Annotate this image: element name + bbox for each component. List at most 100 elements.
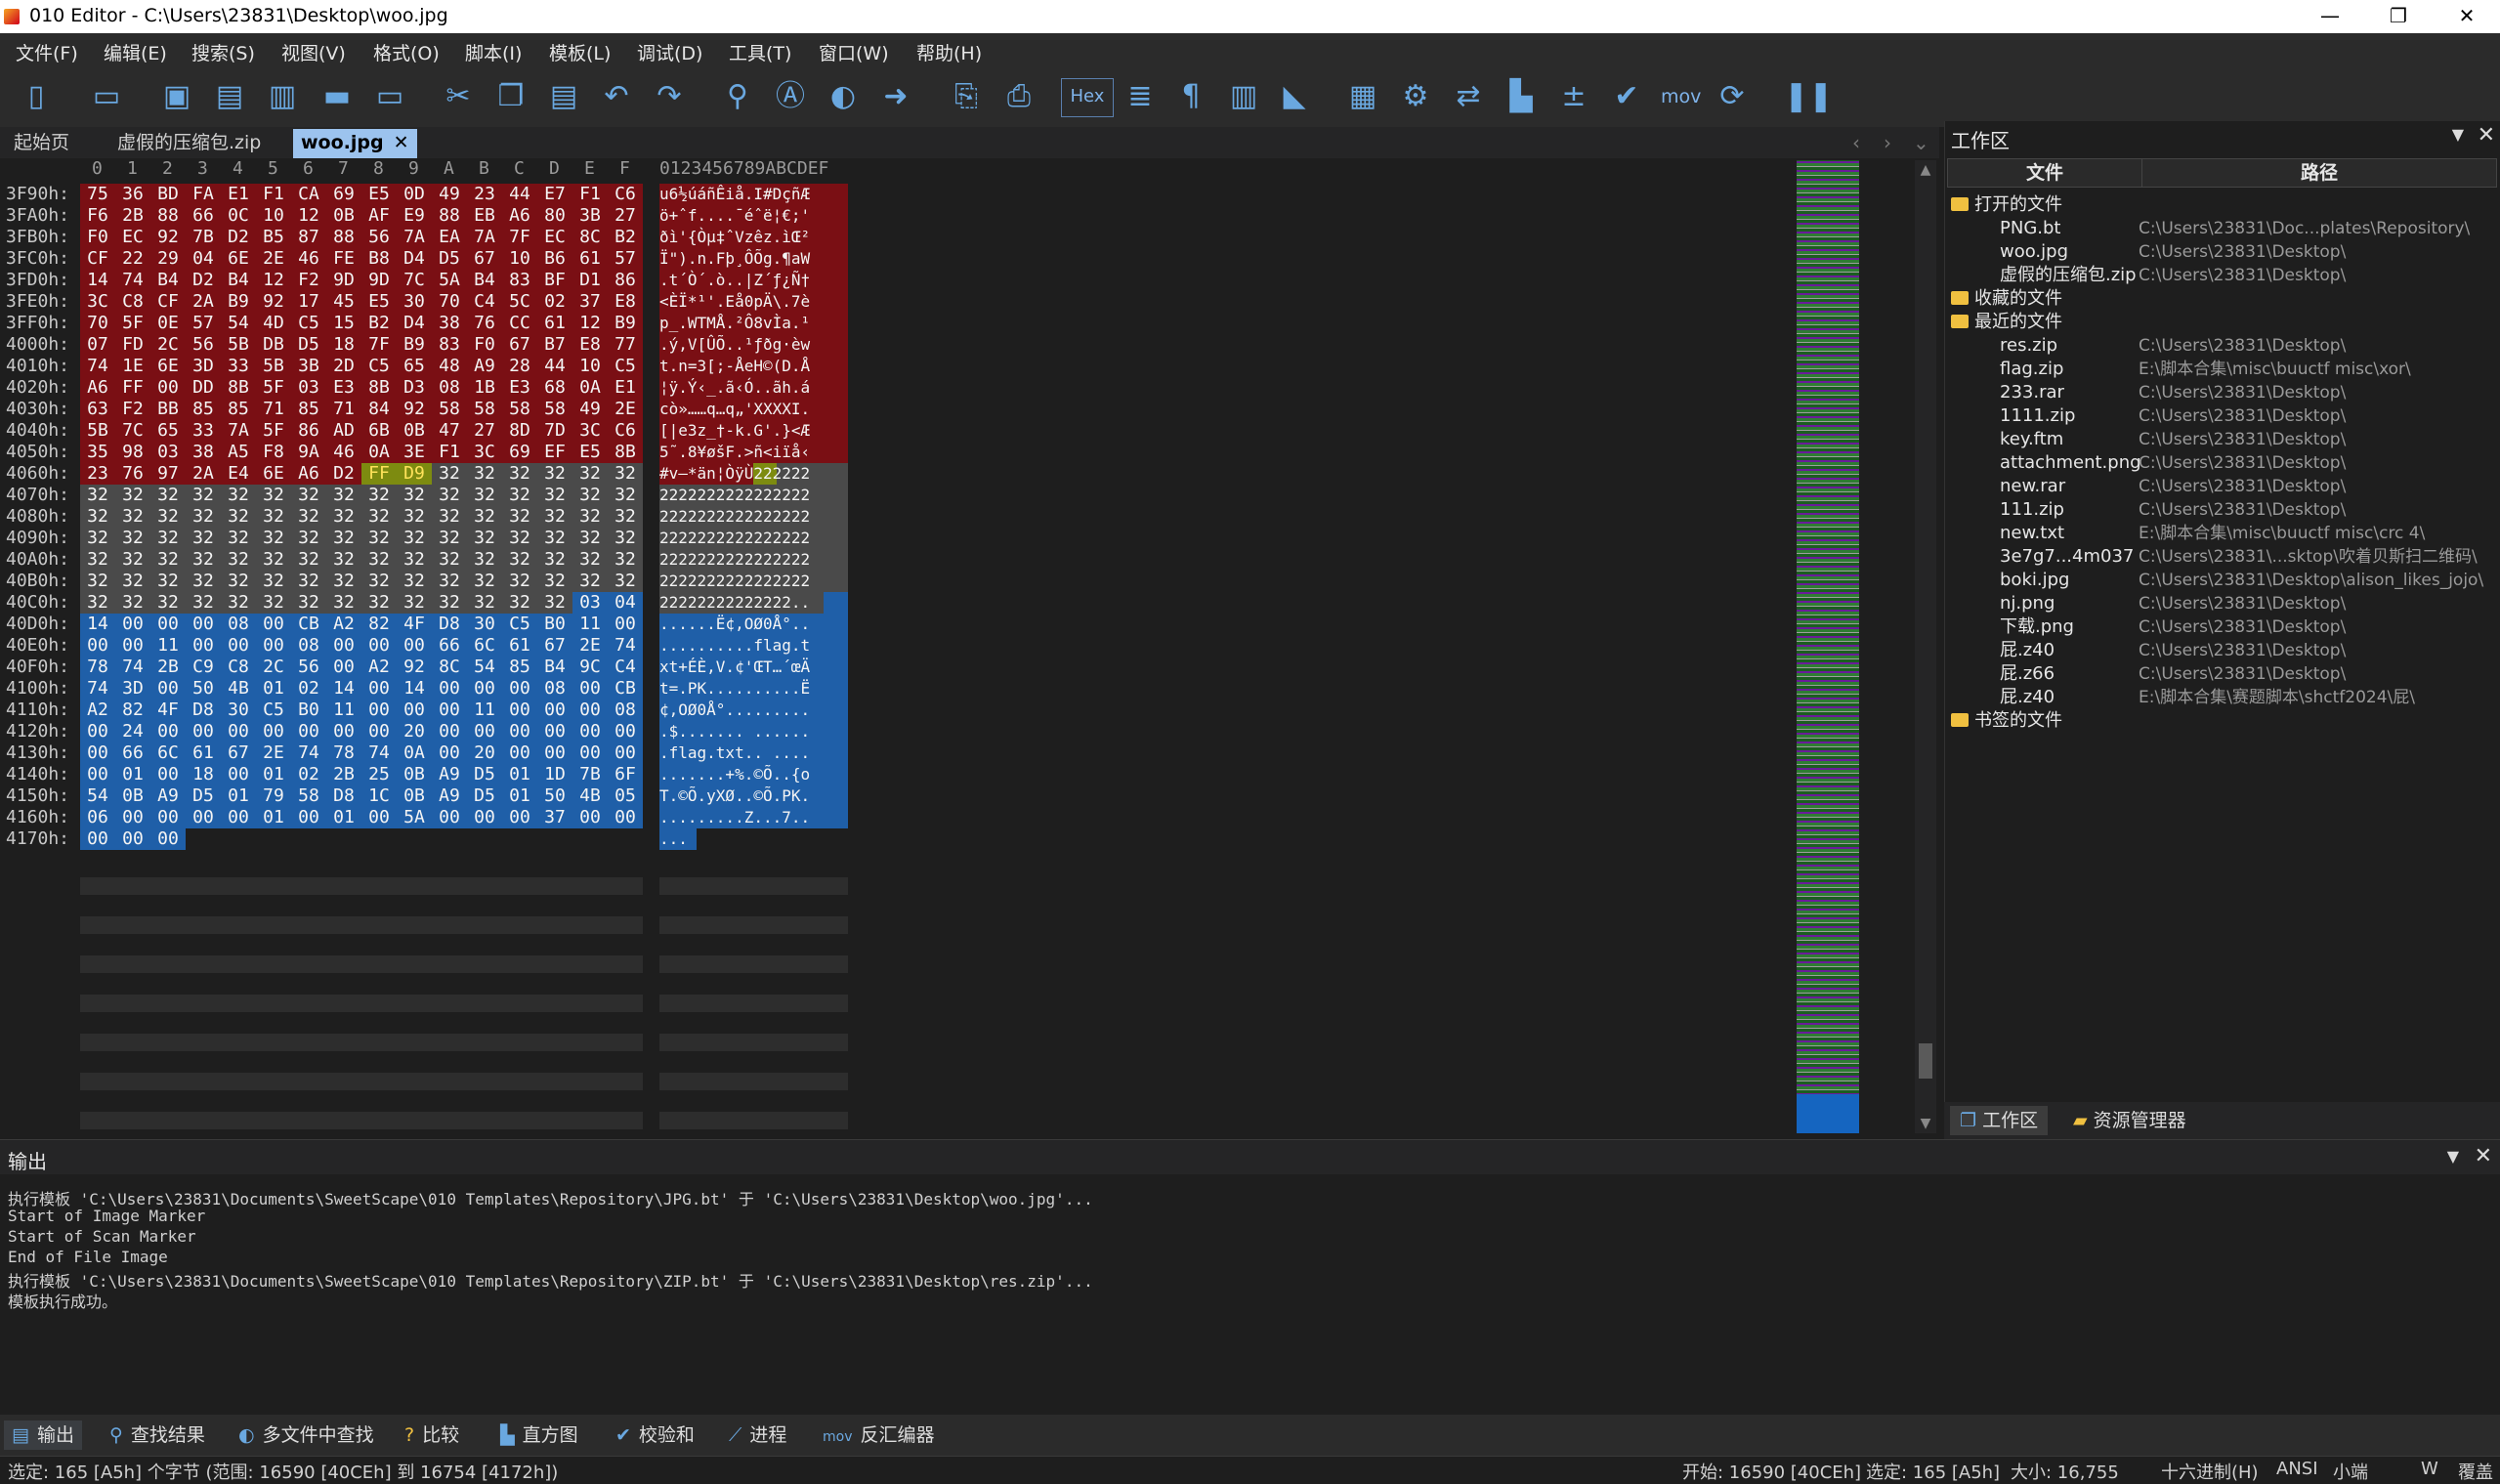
hex-byte[interactable]: 92 <box>150 227 186 248</box>
file-minimap[interactable] <box>1797 160 1859 1133</box>
hex-byte[interactable]: 23 <box>467 184 502 205</box>
hex-byte[interactable]: 82 <box>115 700 150 721</box>
hex-byte[interactable]: 8C <box>432 657 467 678</box>
hex-byte[interactable]: E5 <box>572 442 608 463</box>
hex-byte[interactable]: 03 <box>572 592 608 614</box>
hex-byte[interactable]: 2B <box>326 764 361 785</box>
ascii-text[interactable]: cò»……q…q„'XXXXI. <box>659 399 848 420</box>
hex-byte[interactable]: 32 <box>361 571 397 592</box>
hex-byte[interactable]: 12 <box>572 313 608 334</box>
hex-byte[interactable]: 00 <box>256 635 291 657</box>
save-icon[interactable]: ▣ <box>158 78 195 115</box>
hex-editor[interactable]: 0 1 2 3 4 5 6 7 8 9 A B C D E F 0123456789ABCDEF 3F90h: 7… <box>0 158 1939 1139</box>
hex-row[interactable]: 4000h: 07 FD 2C 56 5B DB D5 18 7F B9 83 F0 67 B7 E8 77 .ý… <box>0 334 860 356</box>
paste-icon[interactable]: ▤ <box>545 78 582 115</box>
hex-byte[interactable]: C6 <box>608 184 643 205</box>
hex-byte[interactable]: 32 <box>537 592 572 614</box>
hex-byte[interactable]: 32 <box>361 592 397 614</box>
hex-byte[interactable]: 32 <box>432 528 467 549</box>
hex-byte[interactable]: 14 <box>80 614 115 635</box>
ascii-text[interactable]: .flag.txt.. .... <box>659 742 848 764</box>
hex-byte[interactable]: D5 <box>186 785 221 807</box>
hex-byte[interactable]: 32 <box>432 549 467 571</box>
hex-row[interactable]: 4060h: 23 76 97 2A E4 6E A6 D2 FF D9 32 32 32 32 32 32 #v… <box>0 463 860 485</box>
hex-row[interactable]: 40B0h: 32 32 32 32 32 32 32 32 32 32 32 32 32 32 32 32 22… <box>0 571 860 592</box>
hex-byte[interactable]: 08 <box>221 614 256 635</box>
tree-file-row[interactable]: woo.jpg C:\Users\23831\Desktop\ <box>1945 240 2492 264</box>
ascii-text[interactable]: .$....... ...... <box>659 721 848 742</box>
hex-byte[interactable]: 32 <box>80 528 115 549</box>
tree-group-open-files[interactable]: 打开的文件 <box>1945 193 2492 217</box>
hex-byte[interactable]: B4 <box>467 270 502 291</box>
hex-byte[interactable]: 4B <box>221 678 256 700</box>
ascii-text[interactable]: p_.WTMÅ.²Ô8vÌa.¹ <box>659 313 848 334</box>
hex-byte[interactable]: 32 <box>256 592 291 614</box>
calc-plus-icon[interactable]: ± <box>1555 78 1592 115</box>
hex-byte[interactable]: D4 <box>397 248 432 270</box>
hex-byte[interactable]: E1 <box>608 377 643 399</box>
hex-byte[interactable]: 10 <box>502 248 537 270</box>
hex-byte[interactable]: 6F <box>608 764 643 785</box>
hex-byte[interactable]: 46 <box>326 442 361 463</box>
hex-byte[interactable]: 32 <box>115 571 150 592</box>
hex-byte[interactable]: 32 <box>221 549 256 571</box>
hex-byte[interactable]: 00 <box>326 721 361 742</box>
menu-file[interactable]: 文件(F) <box>16 39 78 65</box>
hex-byte[interactable]: 00 <box>572 807 608 828</box>
hex-byte[interactable]: CA <box>291 184 326 205</box>
hex-byte[interactable]: 08 <box>608 700 643 721</box>
hex-byte[interactable]: 2A <box>186 291 221 313</box>
hex-byte[interactable]: 32 <box>432 571 467 592</box>
hex-byte[interactable]: 32 <box>186 506 221 528</box>
hex-byte[interactable]: EC <box>537 227 572 248</box>
hex-byte[interactable]: 32 <box>256 571 291 592</box>
hex-row[interactable]: 40D0h: 14 00 00 00 08 00 CB A2 82 4F D8 30 C5 B0 11 00..… <box>0 614 860 635</box>
ascii-text[interactable]: .........Z...7.. <box>659 807 848 828</box>
hex-byte[interactable]: 00 <box>502 678 537 700</box>
hex-byte[interactable]: 2E <box>572 635 608 657</box>
hex-byte[interactable]: 32 <box>397 506 432 528</box>
hex-byte[interactable]: 25 <box>361 764 397 785</box>
hex-byte[interactable]: 92 <box>397 399 432 420</box>
hex-byte[interactable]: 03 <box>150 442 186 463</box>
hex-byte[interactable]: 00 <box>150 807 186 828</box>
hex-byte[interactable]: 32 <box>256 528 291 549</box>
hex-byte[interactable]: 32 <box>291 528 326 549</box>
hex-byte[interactable]: 00 <box>361 807 397 828</box>
hex-byte[interactable]: 2B <box>115 205 150 227</box>
hex-byte[interactable]: FF <box>115 377 150 399</box>
hex-byte[interactable]: B9 <box>608 313 643 334</box>
hex-byte[interactable]: C9 <box>186 657 221 678</box>
hex-byte[interactable]: D2 <box>221 227 256 248</box>
hex-byte[interactable]: 4F <box>150 700 186 721</box>
hex-byte[interactable]: 06 <box>80 807 115 828</box>
hex-byte[interactable]: 32 <box>572 571 608 592</box>
hex-byte[interactable]: 85 <box>221 399 256 420</box>
hex-byte[interactable]: 32 <box>186 549 221 571</box>
hex-byte[interactable]: 01 <box>115 764 150 785</box>
hex-byte[interactable]: 30 <box>221 700 256 721</box>
hex-byte[interactable]: 71 <box>256 399 291 420</box>
hex-byte[interactable]: 32 <box>502 463 537 485</box>
hex-byte[interactable]: F0 <box>80 227 115 248</box>
hex-row[interactable]: 40C0h: 32 32 32 32 32 32 32 32 32 32 32 32 32 32 03 04 22… <box>0 592 860 614</box>
pause-icon[interactable]: ❚❚ <box>1784 78 1833 115</box>
tab-disassembler[interactable]: mov 反汇编器 <box>815 1420 943 1450</box>
hex-byte[interactable]: DD <box>186 377 221 399</box>
hex-byte[interactable]: 03 <box>291 377 326 399</box>
hex-row[interactable]: 3FC0h: CF 22 29 04 6E 2E 46 FE B8 D4 D5 67 10 B6 61 57 Ï"… <box>0 248 860 270</box>
hex-byte[interactable]: A6 <box>502 205 537 227</box>
hex-byte[interactable]: 0E <box>150 313 186 334</box>
hex-byte[interactable]: 32 <box>432 592 467 614</box>
menu-search[interactable]: 搜索(S) <box>191 39 255 65</box>
hex-byte[interactable]: 4D <box>256 313 291 334</box>
hex-row[interactable]: 4100h: 74 3D 00 50 4B 01 02 14 00 14 00 00 00 08 00 CB t=… <box>0 678 860 700</box>
hex-byte[interactable]: C8 <box>221 657 256 678</box>
hex-byte[interactable]: EA <box>432 227 467 248</box>
hex-row[interactable]: 3FB0h: F0 EC 92 7B D2 B5 87 88 56 7A EA 7A 7F EC 8C B2 ðì… <box>0 227 860 248</box>
hex-byte[interactable]: 32 <box>150 549 186 571</box>
hex-byte[interactable]: 00 <box>115 635 150 657</box>
hex-byte[interactable]: 32 <box>467 528 502 549</box>
hex-byte[interactable]: 32 <box>221 485 256 506</box>
hex-byte[interactable]: 36 <box>115 184 150 205</box>
